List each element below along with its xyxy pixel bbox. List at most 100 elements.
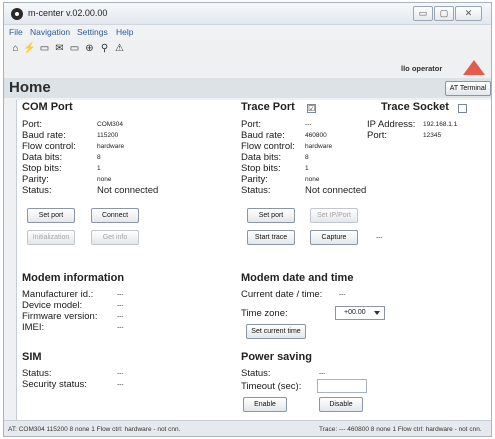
trace-baud-value: 460800 bbox=[305, 132, 327, 139]
menu-file[interactable]: File bbox=[9, 27, 23, 37]
status-bar: AT: COM304 115200 8 none 1 Flow ctrl: ha… bbox=[4, 420, 491, 436]
trace-socket-checkbox[interactable] bbox=[458, 104, 467, 113]
port-icon[interactable]: ▭ bbox=[38, 42, 51, 55]
trace-status-value: Not connected bbox=[305, 185, 367, 196]
trace-port-label: Port: bbox=[241, 119, 262, 130]
toolbar: ⌂ ⚡ ▭ ✉ ▭ ⊕ ⚲ ⚠ bbox=[4, 40, 491, 58]
com-parity-label: Parity: bbox=[22, 174, 49, 185]
trace-flow-label: Flow control: bbox=[241, 141, 295, 152]
trace-stopbits-value: 1 bbox=[305, 165, 309, 172]
imei-label: IMEI: bbox=[22, 322, 45, 333]
page-title: Home bbox=[9, 79, 51, 96]
sim-title: SIM bbox=[22, 351, 42, 363]
initialization-button[interactable]: Initialization bbox=[27, 230, 75, 245]
capture-status: --- bbox=[376, 234, 383, 241]
com-connect-button[interactable]: Connect bbox=[91, 208, 139, 223]
com-port-value: COM304 bbox=[97, 121, 124, 128]
app-logo-icon bbox=[11, 8, 23, 20]
menu-settings[interactable]: Settings bbox=[77, 27, 108, 37]
socket-port-value: 12345 bbox=[423, 132, 442, 139]
signal-icon[interactable]: ⚲ bbox=[98, 42, 111, 55]
com-baud-label: Baud rate: bbox=[22, 130, 66, 141]
com-stopbits-label: Stop bits: bbox=[22, 163, 62, 174]
trace-databits-value: 8 bbox=[305, 154, 309, 161]
ip-address-label: IP Address: bbox=[367, 119, 416, 130]
trace-set-port-button[interactable]: Set port bbox=[247, 208, 295, 223]
current-datetime-value: --- bbox=[339, 291, 346, 298]
imei-value: --- bbox=[117, 324, 124, 331]
menu-bar: File Navigation Settings Help bbox=[4, 25, 491, 40]
timeout-input[interactable] bbox=[317, 379, 367, 393]
security-status-value: --- bbox=[117, 381, 124, 388]
trace-status-text: Trace: --- 460800 8 none 1 Flow ctrl: ha… bbox=[319, 426, 482, 433]
trace-parity-label: Parity: bbox=[241, 174, 268, 185]
com-baud-value: 115200 bbox=[97, 132, 119, 139]
ip-address-value: 192.168.1.1 bbox=[423, 121, 458, 128]
disable-button[interactable]: Disable bbox=[319, 397, 363, 412]
power-status-label: Status: bbox=[241, 368, 271, 379]
window-title: m-center v.02.00.00 bbox=[28, 8, 108, 18]
chevron-down-icon bbox=[374, 311, 380, 315]
start-trace-button[interactable]: Start trace bbox=[247, 230, 295, 245]
disconnect-icon[interactable]: ⚡ bbox=[23, 42, 36, 55]
com-databits-value: 8 bbox=[97, 154, 101, 161]
sim-status-value: --- bbox=[117, 370, 124, 377]
timezone-value: +00.00 bbox=[344, 309, 366, 316]
at-terminal-button[interactable]: AT Terminal bbox=[445, 81, 491, 96]
minimize-button[interactable]: ▭ bbox=[413, 6, 433, 21]
manufacturer-label: Manufacturer id.: bbox=[22, 289, 94, 300]
set-ip-port-button[interactable]: Set IP/Port bbox=[310, 208, 358, 223]
firmware-value: --- bbox=[117, 313, 124, 320]
com-databits-label: Data bits: bbox=[22, 152, 63, 163]
timeout-label: Timeout (sec): bbox=[241, 381, 302, 392]
trace-parity-value: none bbox=[305, 176, 320, 183]
close-button[interactable]: ✕ bbox=[455, 6, 482, 21]
maximize-button[interactable]: ▢ bbox=[434, 6, 454, 21]
home-header: Home AT Terminal bbox=[4, 78, 491, 98]
menu-navigation[interactable]: Navigation bbox=[30, 27, 70, 37]
get-info-button[interactable]: Get info bbox=[91, 230, 139, 245]
timezone-label: Time zone: bbox=[241, 308, 288, 319]
com-status-label: Status: bbox=[22, 185, 52, 196]
trace-port-title: Trace Port bbox=[241, 101, 295, 113]
trace-flow-value: hardware bbox=[305, 143, 333, 150]
warning-icon[interactable]: ⚠ bbox=[113, 42, 126, 55]
modem-info-title: Modem information bbox=[22, 272, 125, 284]
folder-icon[interactable]: ▭ bbox=[68, 42, 81, 55]
signal-strength-icon bbox=[463, 60, 485, 75]
main-panel: COM Port Port: COM304 Baud rate: 115200 … bbox=[16, 100, 491, 420]
com-flow-value: hardware bbox=[97, 143, 125, 150]
app-window: m-center v.02.00.00 ▭ ▢ ✕ File Navigatio… bbox=[3, 2, 492, 437]
timezone-select[interactable]: +00.00 bbox=[335, 306, 385, 320]
com-status-value: Not connected bbox=[97, 185, 159, 196]
firmware-label: Firmware version: bbox=[22, 311, 98, 322]
trace-status-label: Status: bbox=[241, 185, 271, 196]
com-flow-label: Flow control: bbox=[22, 141, 76, 152]
modem-datetime-title: Modem date and time bbox=[241, 272, 354, 284]
home-icon[interactable]: ⌂ bbox=[9, 42, 22, 55]
sim-status-label: Status: bbox=[22, 368, 52, 379]
network-icon[interactable]: ⊕ bbox=[83, 42, 96, 55]
com-port-title: COM Port bbox=[22, 101, 73, 113]
menu-help[interactable]: Help bbox=[116, 27, 133, 37]
at-status-text: AT: COM304 115200 8 none 1 Flow ctrl: ha… bbox=[8, 426, 181, 433]
enable-button[interactable]: Enable bbox=[243, 397, 287, 412]
message-icon[interactable]: ✉ bbox=[53, 42, 66, 55]
com-parity-value: none bbox=[97, 176, 112, 183]
set-current-time-button[interactable]: Set current time bbox=[246, 324, 306, 339]
trace-stopbits-label: Stop bits: bbox=[241, 163, 281, 174]
trace-socket-title: Trace Socket bbox=[381, 101, 449, 113]
trace-baud-label: Baud rate: bbox=[241, 130, 285, 141]
current-datetime-label: Current date / time: bbox=[241, 289, 323, 300]
com-port-label: Port: bbox=[22, 119, 43, 130]
capture-button[interactable]: Capture bbox=[310, 230, 358, 245]
com-set-port-button[interactable]: Set port bbox=[27, 208, 75, 223]
security-status-label: Security status: bbox=[22, 379, 87, 390]
manufacturer-value: --- bbox=[117, 291, 124, 298]
power-status-value: --- bbox=[319, 370, 326, 377]
trace-port-checkbox[interactable]: ☑ bbox=[307, 104, 316, 113]
title-bar: m-center v.02.00.00 ▭ ▢ ✕ bbox=[4, 3, 491, 25]
power-saving-title: Power saving bbox=[241, 351, 312, 363]
device-model-value: --- bbox=[117, 302, 124, 309]
trace-port-value: --- bbox=[305, 121, 312, 128]
